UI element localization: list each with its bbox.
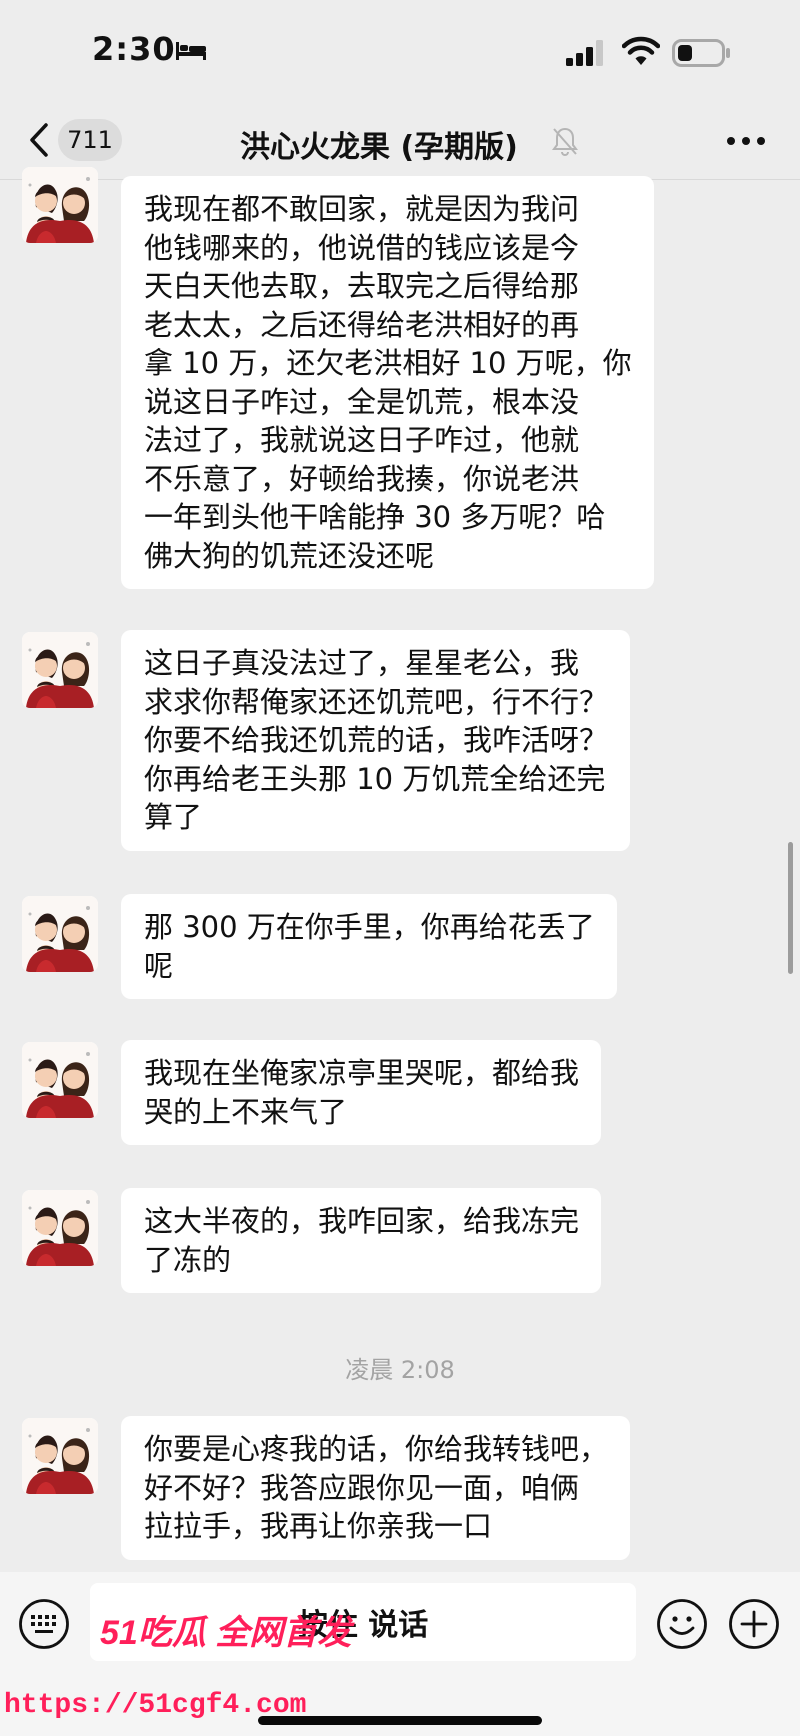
- bed-icon: [176, 42, 206, 60]
- message-line: 好不好？我答应跟你见一面，咱俩: [144, 1470, 580, 1505]
- back-icon[interactable]: [28, 122, 52, 158]
- message-line: 你要是心疼我的话，你给我转钱吧，: [144, 1432, 609, 1466]
- unread-count-badge[interactable]: 711: [58, 119, 122, 161]
- message-line: 拉拉手，我再让你亲我一口: [144, 1509, 493, 1543]
- message-line: 你要不给我还饥荒的话，我咋活呀？: [144, 723, 609, 757]
- wifi-icon: [622, 36, 660, 65]
- message-bubble[interactable]: 这日子真没法过了，星星老公，我 求求你帮俺家还还饥荒吧，行不行？ 你要不给我还饥…: [121, 630, 631, 851]
- message-line: 了冻的: [144, 1242, 232, 1277]
- message-line: 他钱哪来的，他说借的钱应该是今: [144, 230, 580, 265]
- message-line: 你再给老王头那 10 万饥荒全给还完: [144, 761, 606, 796]
- avatar[interactable]: [22, 632, 98, 708]
- message-line: 拿 10 万，还欠老洪相好 10 万呢，你: [144, 346, 632, 380]
- plus-icon[interactable]: [728, 1598, 780, 1650]
- couple-avatar-image: [22, 1190, 98, 1266]
- message-line: 一年到头他干啥能挣 30 多万呢？哈: [144, 500, 606, 534]
- couple-avatar-image: [22, 167, 98, 243]
- message-line: 法过了，我就说这日子咋过，他就: [144, 423, 580, 457]
- avatar[interactable]: [22, 167, 98, 243]
- mute-icon: [552, 127, 578, 156]
- status-bar: 2:30: [0, 0, 800, 100]
- message-bubble[interactable]: 那 300 万在你手里，你再给花丢了 呢: [121, 894, 617, 999]
- message-line: 不乐意了，好顿给我揍，你说老洪: [144, 461, 580, 496]
- more-icon[interactable]: [726, 135, 766, 147]
- avatar[interactable]: [22, 1418, 98, 1494]
- avatar[interactable]: [22, 1042, 98, 1118]
- message-line: 求求你帮俺家还还饥荒吧，行不行？: [144, 684, 609, 719]
- watermark: 51吃瓜 全网首发 https://51cgf4.com: [4, 1614, 355, 1721]
- couple-avatar-image: [22, 632, 98, 708]
- scrollbar[interactable]: [788, 842, 793, 974]
- message-line: 老太太，之后还得给老洪相好的再: [144, 307, 580, 342]
- message-line: 那 300 万在你手里，你再给花丢了: [144, 910, 595, 944]
- avatar[interactable]: [22, 896, 98, 972]
- message-line: 说这日子咋过，全是饥荒，根本没: [144, 384, 580, 419]
- message-line: 算了: [144, 800, 203, 834]
- message-bubble[interactable]: 我现在坐俺家凉亭里哭呢，都给我 哭的上不来气了: [121, 1040, 602, 1145]
- message-line: 我现在都不敢回家，就是因为我问: [144, 192, 580, 226]
- message-line: 呢: [144, 948, 174, 983]
- couple-avatar-image: [22, 1418, 98, 1494]
- battery-icon: [672, 39, 730, 67]
- watermark-url: https://51cgf4.com: [4, 1690, 306, 1721]
- message-line: 哭的上不来气了: [144, 1094, 348, 1129]
- emoji-icon[interactable]: [656, 1598, 708, 1650]
- chat-title[interactable]: 洪心火龙果 (孕期版): [240, 122, 518, 166]
- message-line: 佛大狗的饥荒还没还呢: [144, 538, 435, 573]
- couple-avatar-image: [22, 1042, 98, 1118]
- message-line: 天白天他去取，去取完之后得给那: [144, 269, 580, 303]
- message-bubble[interactable]: 我现在都不敢回家，就是因为我问 他钱哪来的，他说借的钱应该是今 天白天他去取，去…: [121, 176, 654, 589]
- message-line: 我现在坐俺家凉亭里哭呢，都给我: [144, 1056, 580, 1090]
- watermark-brand: 51吃瓜 全网首发: [100, 1614, 355, 1652]
- chat-header: 711 洪心火龙果 (孕期版): [0, 100, 800, 180]
- couple-avatar-image: [22, 896, 98, 972]
- chat-timestamp: 凌晨 2:08: [345, 1356, 455, 1384]
- avatar[interactable]: [22, 1190, 98, 1266]
- message-bubble[interactable]: 这大半夜的，我咋回家，给我冻完 了冻的: [121, 1188, 602, 1293]
- message-line: 这大半夜的，我咋回家，给我冻完: [144, 1204, 580, 1238]
- signal-icon: [566, 40, 603, 66]
- status-time: 2:30: [92, 30, 176, 68]
- message-bubble[interactable]: 你要是心疼我的话，你给我转钱吧， 好不好？我答应跟你见一面，咱俩 拉拉手，我再让…: [121, 1416, 631, 1560]
- message-line: 这日子真没法过了，星星老公，我: [144, 646, 580, 680]
